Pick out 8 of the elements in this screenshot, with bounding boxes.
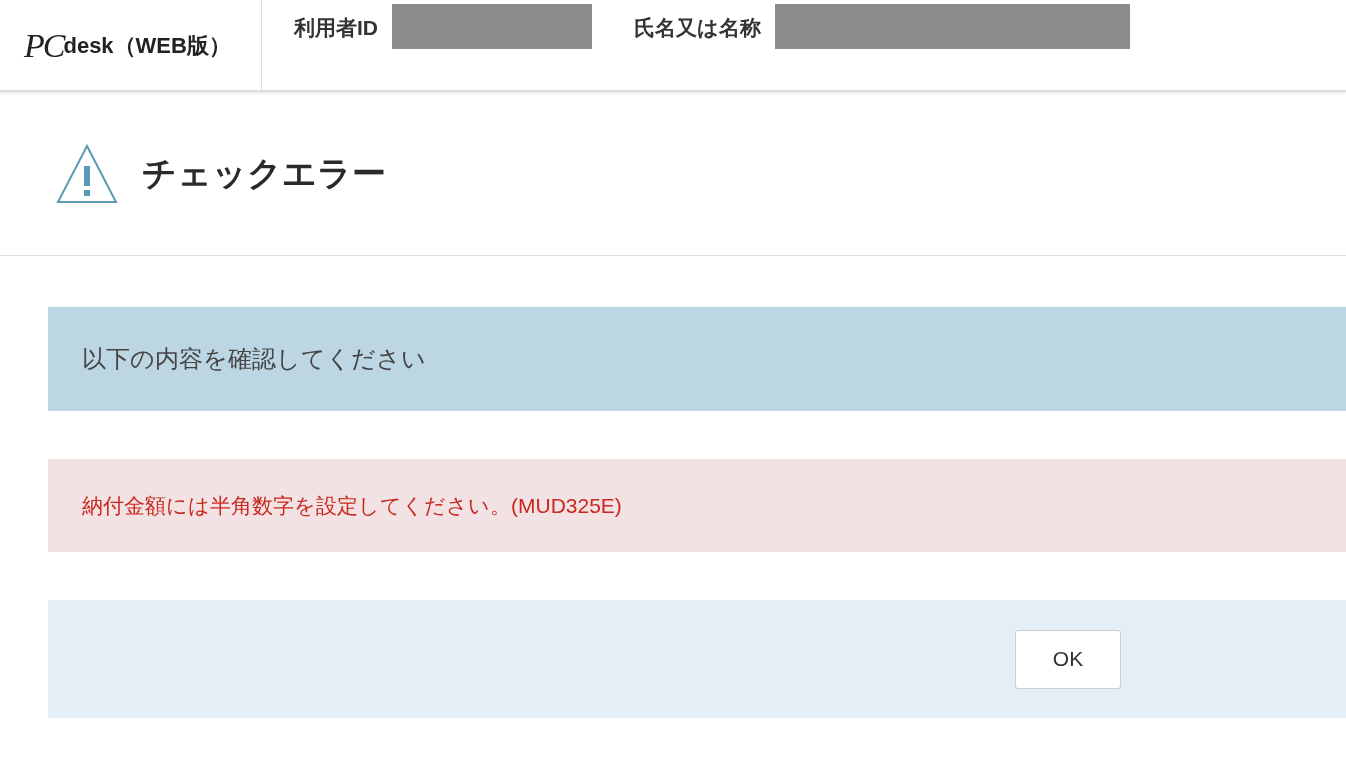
ok-button[interactable]: OK — [1015, 629, 1121, 689]
error-message: 納付金額には半角数字を設定してください。(MUD325E) — [48, 459, 1346, 552]
warning-icon — [56, 143, 118, 204]
field-label: 利用者ID — [294, 15, 378, 41]
logo-mark: PC — [24, 25, 64, 66]
field-label: 氏名又は名称 — [634, 15, 761, 41]
dialog-title: チェックエラー — [142, 153, 386, 194]
info-banner: 以下の内容を確認してください — [48, 307, 1346, 411]
